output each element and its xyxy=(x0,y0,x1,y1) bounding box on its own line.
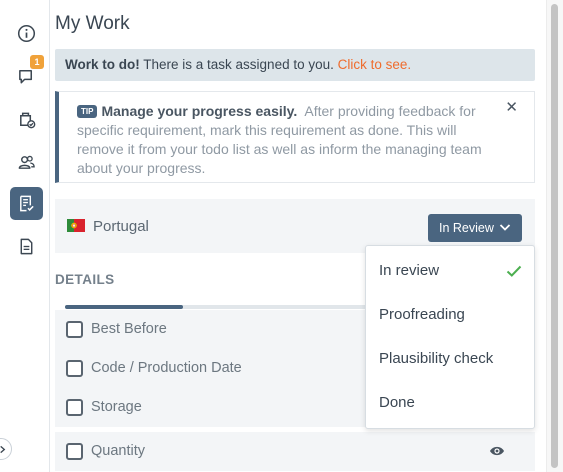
checklist-icon xyxy=(20,195,34,212)
requirement-checkbox[interactable] xyxy=(66,321,83,338)
users-icon xyxy=(18,155,35,169)
info-button[interactable] xyxy=(10,17,43,50)
status-option-in-review[interactable]: In review xyxy=(366,249,534,293)
comments-icon xyxy=(19,70,33,84)
comments-badge: 1 xyxy=(30,55,44,69)
requirement-checkbox[interactable] xyxy=(66,360,83,377)
eye-icon[interactable] xyxy=(489,445,505,457)
status-option-label: Proofreading xyxy=(379,306,465,323)
sidebar-rail: 1 xyxy=(0,0,50,472)
requirement-label: Code / Production Date xyxy=(91,360,242,376)
users-button[interactable] xyxy=(10,146,43,179)
status-option-plausibility-check[interactable]: Plausibility check xyxy=(366,337,534,381)
package-check-icon xyxy=(20,112,36,129)
chevron-down-icon xyxy=(499,224,511,231)
requirement-label: Best Before xyxy=(91,321,167,337)
document-icon xyxy=(20,238,33,255)
status-option-label: Plausibility check xyxy=(379,350,494,367)
status-option-proofreading[interactable]: Proofreading xyxy=(366,293,534,337)
portugal-flag-icon xyxy=(67,219,85,232)
tip-badge: TIP xyxy=(77,105,98,118)
status-menu: In review Proofreading Plausibility chec… xyxy=(365,245,535,429)
sidebar-toggle-button[interactable] xyxy=(0,438,12,460)
document-button[interactable] xyxy=(10,230,43,263)
requirement-checkbox[interactable] xyxy=(66,399,83,416)
notice-link[interactable]: Click to see. xyxy=(338,57,412,72)
status-option-done[interactable]: Done xyxy=(366,381,534,425)
status-option-label: Done xyxy=(379,394,415,411)
status-option-label: In review xyxy=(379,262,440,279)
requirement-row: Quantity xyxy=(55,432,535,471)
chevron-right-icon xyxy=(0,445,6,453)
check-icon xyxy=(506,265,522,277)
scrollbar-thumb[interactable] xyxy=(551,4,558,468)
requirement-checkbox[interactable] xyxy=(66,443,83,460)
country-name: Portugal xyxy=(93,218,149,235)
details-progress-fill xyxy=(65,305,183,309)
comments-button[interactable]: 1 xyxy=(10,55,44,93)
page-title: My Work xyxy=(55,13,130,34)
notice-heading: Work to do! xyxy=(65,57,140,72)
requirement-label: Quantity xyxy=(91,443,145,459)
status-dropdown-button[interactable]: In Review xyxy=(428,214,522,242)
requirement-label: Storage xyxy=(91,399,142,415)
close-icon[interactable]: ✕ xyxy=(505,98,518,117)
info-icon xyxy=(17,24,36,43)
package-check-button[interactable] xyxy=(10,103,43,136)
notice-text: There is a task assigned to you. xyxy=(139,57,338,72)
checklist-button[interactable] xyxy=(10,187,43,220)
details-heading: DETAILS xyxy=(55,272,115,287)
tip-heading: Manage your progress easily. xyxy=(101,103,298,119)
status-label: In Review xyxy=(439,221,494,235)
tip-panel: TIP Manage your progress easily. After pr… xyxy=(55,91,535,183)
task-notice: Work to do! There is a task assigned to … xyxy=(55,49,535,81)
